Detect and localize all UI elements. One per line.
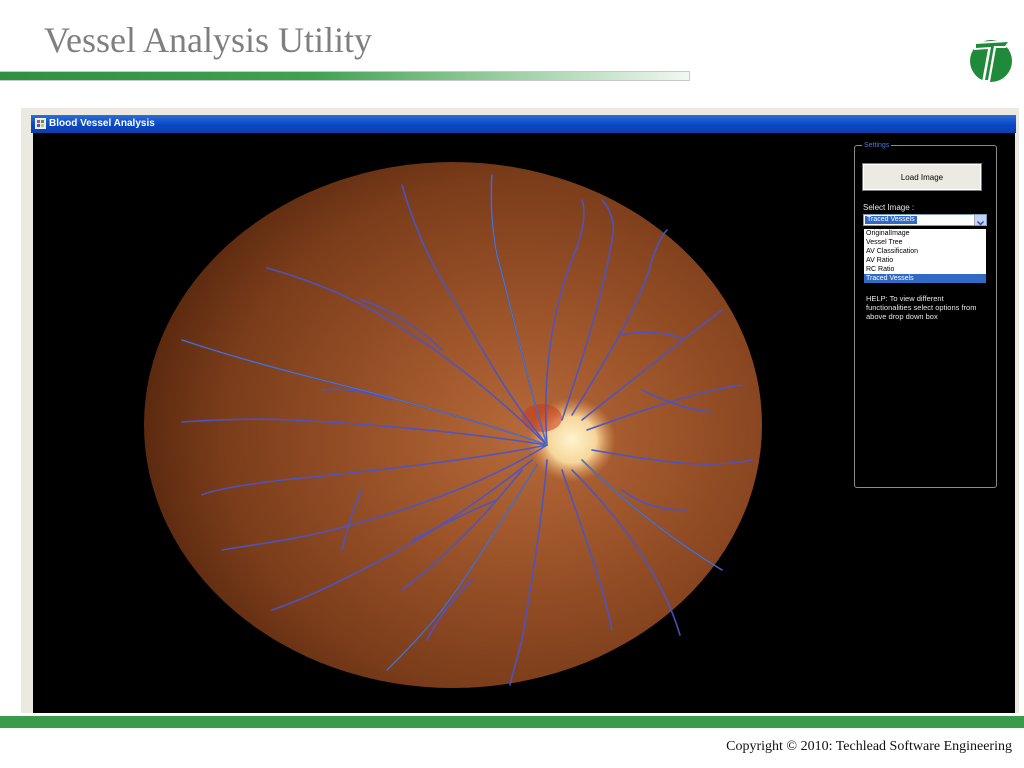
footer-bar (0, 716, 1024, 728)
option-av-classification[interactable]: AV Classification (864, 247, 986, 256)
settings-group-label: Settings (862, 141, 892, 150)
slide-title: Vessel Analysis Utility (44, 20, 373, 60)
title-underline (0, 71, 690, 81)
window-title: Blood Vessel Analysis (49, 118, 155, 129)
chevron-down-icon[interactable] (974, 215, 986, 226)
select-image-label: Select Image : (863, 203, 915, 212)
help-text: HELP: To view different functionalities … (866, 294, 977, 321)
settings-groupbox: Settings Load Image Select Image : Trace… (854, 141, 997, 488)
option-vessel-tree[interactable]: Vessel Tree (864, 238, 986, 247)
select-image-options-list: OriginalImage Vessel Tree AV Classificat… (863, 228, 987, 284)
app-window-icon (35, 118, 46, 129)
option-traced-vessels[interactable]: Traced Vessels (864, 274, 986, 283)
techlead-logo-icon (970, 40, 1012, 82)
fundus-image (144, 162, 762, 688)
copyright-text: Copyright © 2010: Techlead Software Engi… (726, 739, 1012, 754)
select-image-dropdown[interactable]: Traced Vessels (863, 214, 987, 226)
select-image-value: Traced Vessels (865, 216, 917, 224)
window-titlebar[interactable]: Blood Vessel Analysis (31, 115, 1016, 133)
option-av-ratio[interactable]: AV Ratio (864, 256, 986, 265)
option-rc-ratio[interactable]: RC Ratio (864, 265, 986, 274)
option-original-image[interactable]: OriginalImage (864, 229, 986, 238)
load-image-button[interactable]: Load Image (862, 163, 982, 191)
